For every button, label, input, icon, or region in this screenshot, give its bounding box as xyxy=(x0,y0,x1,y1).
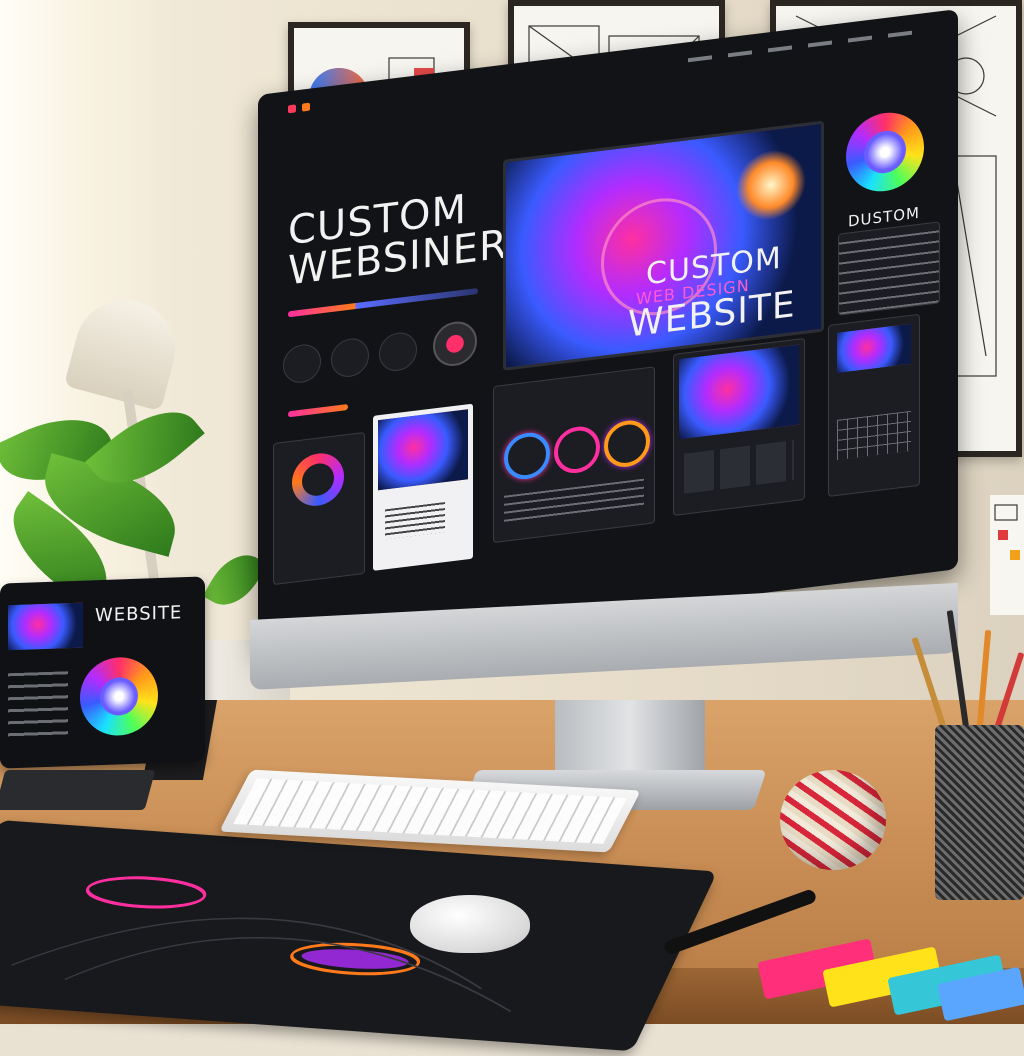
gallery-grid xyxy=(684,440,794,494)
control-knob[interactable] xyxy=(283,342,321,385)
dial-panel xyxy=(273,431,365,586)
tools-grid xyxy=(837,410,911,460)
hero-glow xyxy=(736,145,806,225)
sketch-marks xyxy=(994,504,1020,560)
brand-title: CUSTOM WEBSINER xyxy=(288,186,508,294)
palette-panel xyxy=(493,366,655,544)
color-wheel-icon[interactable] xyxy=(846,108,924,196)
keyboard-keys[interactable] xyxy=(232,778,628,844)
monitor-stand-neck xyxy=(555,700,705,780)
record-knob[interactable] xyxy=(433,319,477,369)
close-dot-icon[interactable] xyxy=(288,104,296,114)
minimize-dot-icon[interactable] xyxy=(302,102,310,112)
color-wheel-center xyxy=(100,676,138,717)
sticky-sketch-right xyxy=(990,495,1024,615)
dial-icon[interactable] xyxy=(292,450,344,509)
gallery-thumb[interactable] xyxy=(679,344,799,440)
side-text-block xyxy=(838,221,940,316)
tablet-lines xyxy=(8,671,68,744)
palette-ring-pink[interactable] xyxy=(554,424,600,476)
control-knob[interactable] xyxy=(331,336,369,380)
tablet: WEBSITE xyxy=(0,576,205,769)
palette-lines xyxy=(504,478,644,526)
palette-ring-orange[interactable] xyxy=(604,417,650,470)
yarn-ball xyxy=(780,770,886,870)
tablet-keyboard[interactable] xyxy=(0,770,156,810)
pencil-cup xyxy=(935,725,1024,900)
monitor-screen: CUSTOM WEBSINER CUSTOM WEB DESIGN WEBSIT… xyxy=(258,9,958,656)
icon-row xyxy=(283,312,483,397)
control-knob[interactable] xyxy=(379,330,417,374)
tools-panel xyxy=(828,313,920,498)
hero-banner[interactable]: CUSTOM WEB DESIGN WEBSITE xyxy=(503,120,824,371)
tablet-title: WEBSITE xyxy=(95,602,183,627)
color-wheel-center xyxy=(864,128,906,176)
gallery-panel xyxy=(673,337,805,517)
preview-card[interactable] xyxy=(373,403,473,571)
accent-bar xyxy=(288,403,348,418)
palette-ring-blue[interactable] xyxy=(504,430,550,482)
dial-center xyxy=(302,461,334,498)
color-wheel-icon[interactable] xyxy=(80,656,158,737)
preview-lines xyxy=(385,502,445,540)
tools-thumb[interactable] xyxy=(837,323,911,373)
tablet-thumb[interactable] xyxy=(8,602,83,651)
brand-title-text: CUSTOM WEBSINER xyxy=(288,186,508,295)
mouse[interactable] xyxy=(410,895,530,953)
brand-progress xyxy=(288,287,478,318)
preview-thumb xyxy=(378,409,468,491)
